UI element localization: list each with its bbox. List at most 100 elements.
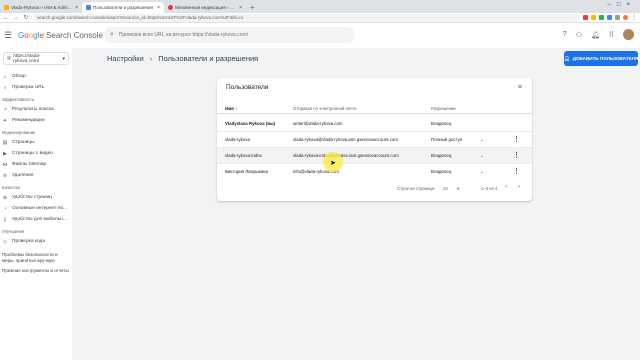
tab-label: Мгновенная индексация › Блог xyxy=(175,5,238,10)
add-person-icon: 👤︎ xyxy=(563,55,570,61)
sidebar-item-label: Удобство страниц xyxy=(12,195,52,200)
close-icon[interactable]: × xyxy=(157,5,160,11)
chevron-left-icon[interactable]: ‹ xyxy=(505,184,507,190)
blog-favicon-icon xyxy=(168,5,173,10)
window-controls[interactable]: –□× xyxy=(608,2,636,8)
url-text: search.google.com/search-console/users?r… xyxy=(37,15,244,20)
profile-avatar-icon[interactable] xyxy=(623,15,628,20)
sidebar-item-label: Результаты поиска xyxy=(12,107,54,112)
address-bar[interactable]: search.google.com/search-console/users?r… xyxy=(33,13,579,22)
role-dropdown[interactable]: Владелец xyxy=(431,169,451,174)
sidebar-item-mobile-usability[interactable]: ▯ Удобство для мобильн... xyxy=(0,214,72,225)
sidebar-section-enhancements: Улучшения xyxy=(2,229,25,234)
star-icon: ✦ xyxy=(2,117,8,124)
role-dropdown[interactable]: Владелец xyxy=(431,153,451,158)
sidebar-item-label: Основные интернет-по... xyxy=(12,206,68,211)
sidebar-item-label: Страницы xyxy=(12,140,35,145)
sidebar-section-quality: Качество xyxy=(2,185,21,190)
sidebar-item-search-results[interactable]: ↗ Результаты поиска xyxy=(0,104,72,115)
user-role: Владелец xyxy=(431,121,452,126)
sidebar-item-code-check[interactable]: ◇ Проверка кода xyxy=(0,236,72,247)
search-input[interactable] xyxy=(118,32,339,38)
close-icon[interactable]: × xyxy=(75,5,78,11)
sidebar-item-page-experience[interactable]: ⊕ Удобство страниц xyxy=(0,192,72,203)
extensions-bar: ⋮ xyxy=(583,14,637,21)
menu-icon[interactable]: ☰ xyxy=(4,30,12,41)
chevron-down-icon[interactable]: ⌄ xyxy=(480,169,484,175)
browser-tab-users[interactable]: Пользователи и разрешения × xyxy=(82,2,164,13)
search-console-logo[interactable]: Google Search Console xyxy=(18,31,103,40)
home-icon: ⌂ xyxy=(3,73,7,80)
chevron-down-icon[interactable]: ⌄ xyxy=(480,153,484,159)
more-options-icon[interactable]: ⋮ xyxy=(513,167,520,175)
column-header-role: Разрешение xyxy=(431,106,456,111)
sidebar: ◎ https://vlada-rykova.com/ ▾ ⌂ Обзор ⌕ … xyxy=(0,48,72,360)
help-icon[interactable]: ? xyxy=(563,31,567,38)
property-selector[interactable]: ◎ https://vlada-rykova.com/ ▾ xyxy=(3,52,69,65)
breadcrumb-settings[interactable]: Настройки xyxy=(107,54,144,63)
table-row[interactable]: Vladyslava Rykova (вы) writer@vlada-ryko… xyxy=(217,116,532,132)
gcp-favicon-icon xyxy=(4,5,9,10)
more-options-icon[interactable]: ⋮ xyxy=(513,151,520,159)
menu-dots-icon[interactable]: ⋮ xyxy=(631,14,637,21)
more-options-icon[interactable]: ⋮ xyxy=(513,135,520,143)
vitals-icon: ◔ xyxy=(3,205,7,212)
chevron-down-icon[interactable]: ▾ xyxy=(457,186,459,192)
browser-tab-blog[interactable]: Мгновенная индексация › Блог × xyxy=(164,2,246,13)
column-header-name[interactable]: Имя ↑ xyxy=(225,106,237,111)
avatar[interactable] xyxy=(623,29,634,40)
sitemap-icon: ⋈ xyxy=(2,161,8,168)
chart-icon: ↗ xyxy=(2,106,8,113)
add-user-label: ДОБАВИТЬ ПОЛЬЗОВАТЕЛЯ xyxy=(572,56,639,61)
role-dropdown[interactable]: Полный доступ xyxy=(431,137,462,142)
table-row[interactable]: vlada-rykova vlada-rykova@vlada-rykova.i… xyxy=(217,132,532,148)
sidebar-item-label: Проверка кода xyxy=(12,239,45,244)
table-row[interactable]: vlada-rykova-index vlada-rykova-index@vl… xyxy=(217,148,532,164)
notifications-icon[interactable]: 🔔︎ xyxy=(591,31,600,39)
sidebar-item-overview[interactable]: ⌂ Обзор xyxy=(0,71,72,82)
browser-tab-gcp[interactable]: Vlada-Rykova » IAM & Admin » × xyxy=(0,2,82,13)
extension-icon[interactable] xyxy=(583,15,588,20)
apps-icon[interactable]: ⠿ xyxy=(609,31,614,39)
close-icon[interactable]: × xyxy=(239,5,242,11)
sidebar-section-performance: Эффективность xyxy=(2,97,35,102)
extension-icon[interactable] xyxy=(615,15,620,20)
sidebar-item-core-web-vitals[interactable]: ◔ Основные интернет-по... xyxy=(0,203,72,214)
user-name: vlada-rykova xyxy=(225,137,250,142)
sidebar-item-removals[interactable]: ⊘ Удаления xyxy=(0,170,72,181)
sidebar-item-url-inspection[interactable]: ⌕ Проверка URL xyxy=(0,82,72,93)
add-user-button[interactable]: 👤︎ ДОБАВИТЬ ПОЛЬЗОВАТЕЛЯ xyxy=(564,51,638,66)
user-email: vlada-rykova@vlada-rykova.iam.gserviceac… xyxy=(293,137,398,142)
manage-users-icon[interactable]: ⚇ xyxy=(576,31,582,39)
tab-label: Vlada-Rykova » IAM & Admin » xyxy=(11,5,74,10)
sort-arrow-icon: ↑ xyxy=(234,106,238,111)
chevron-right-icon: › xyxy=(149,54,153,63)
new-tab-button[interactable]: + xyxy=(246,3,259,13)
breadcrumb: Настройки › Пользователи и разрешения xyxy=(107,54,258,63)
sidebar-item-recommendations[interactable]: ✦ Рекомендации xyxy=(0,115,72,126)
cursor-icon: ➤ xyxy=(330,160,336,167)
sidebar-link-legacy-tools[interactable]: Прежние инструменты и отчеты xyxy=(0,266,72,276)
sidebar-item-sitemaps[interactable]: ⋈ Файлы Sitemap xyxy=(0,159,72,170)
filter-icon[interactable]: ≡ xyxy=(518,84,522,91)
sidebar-link-security[interactable]: Проблемы безопасности и меры, принятые в… xyxy=(0,250,72,266)
sidebar-item-video-pages[interactable]: ▶ Страницы с видео xyxy=(0,148,72,159)
sidebar-section-indexing: Индексирование xyxy=(2,130,36,135)
forward-icon[interactable]: → xyxy=(13,15,19,21)
reload-icon[interactable]: ↻ xyxy=(23,14,29,21)
globe-icon: ◎ xyxy=(7,56,12,61)
extension-icon[interactable] xyxy=(591,15,596,20)
search-icon: ⌕ xyxy=(110,31,114,38)
video-icon: ▶ xyxy=(3,150,7,157)
sidebar-item-pages[interactable]: ▤ Страницы xyxy=(0,137,72,148)
rows-per-page-select[interactable]: 10 xyxy=(443,186,448,191)
extension-icon[interactable] xyxy=(607,15,612,20)
extension-icon[interactable] xyxy=(599,15,604,20)
url-inspection-search[interactable]: ⌕ xyxy=(104,27,355,43)
back-icon[interactable]: ← xyxy=(3,15,9,21)
browser-toolbar: ← → ↻ search.google.com/search-console/u… xyxy=(0,13,640,23)
chevron-right-icon[interactable]: › xyxy=(518,184,520,190)
table-header: Имя ↑ Отправка по электронной почте Разр… xyxy=(217,104,532,114)
chevron-down-icon[interactable]: ⌄ xyxy=(480,137,484,143)
table-row[interactable]: Виктория Лапушкина info@vlada-rykova.com… xyxy=(217,164,532,180)
